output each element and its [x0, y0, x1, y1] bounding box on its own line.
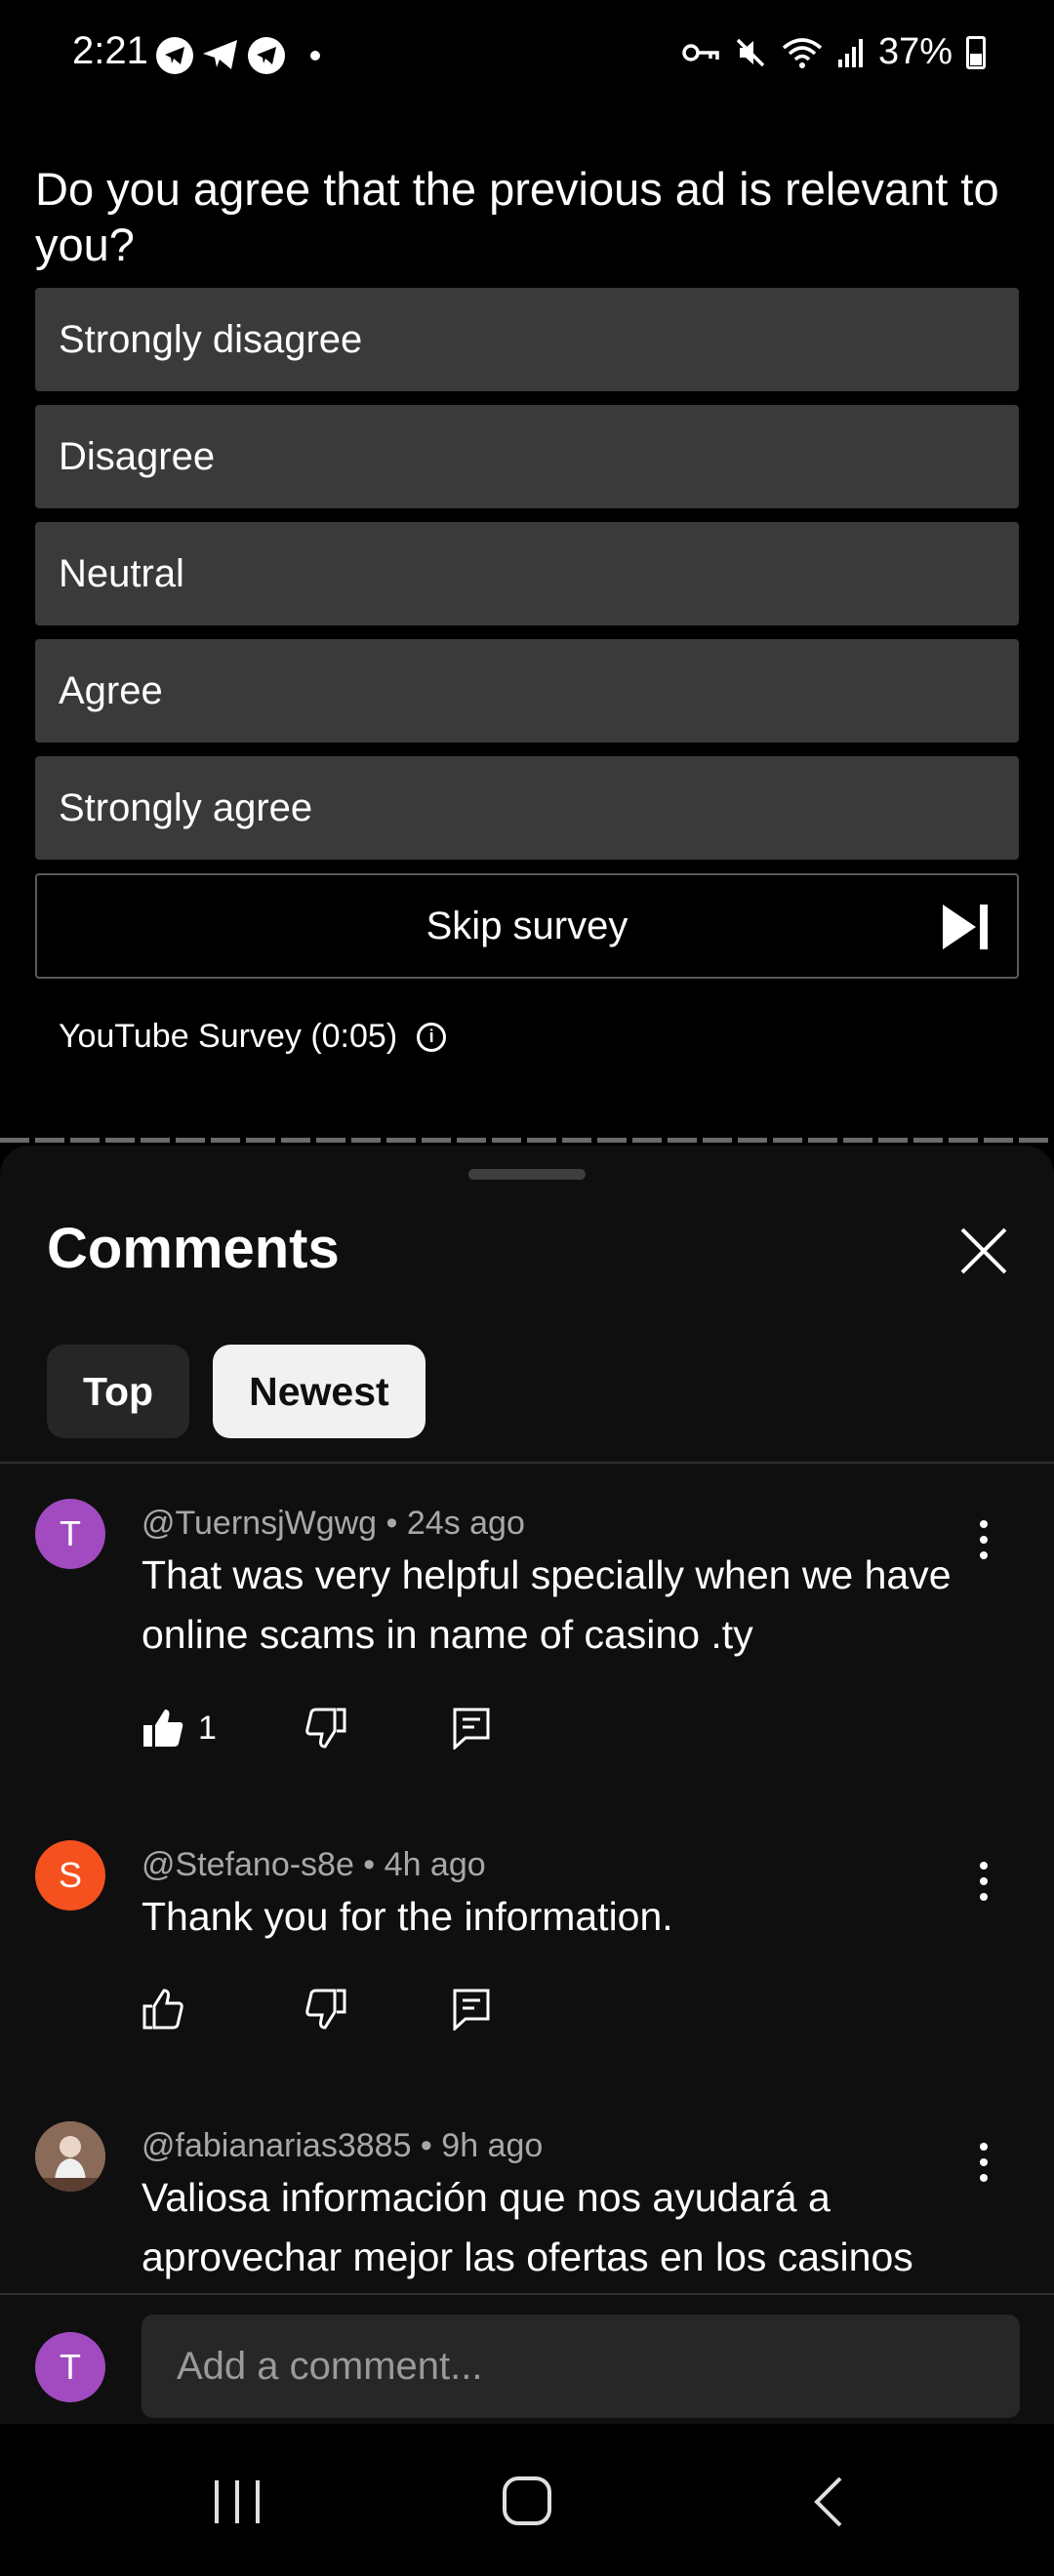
- survey-footer: YouTube Survey (0:05) i: [35, 1018, 1019, 1056]
- tab-newest[interactable]: Newest: [213, 1345, 426, 1438]
- battery-percent: 37%: [877, 31, 953, 72]
- dislike-button[interactable]: [304, 1708, 347, 1749]
- ad-survey: Do you agree that the previous ad is rel…: [35, 161, 1019, 1056]
- signal-icon: [837, 38, 863, 67]
- comment-meta: @TuernsjWgwg • 24s ago: [142, 1505, 525, 1542]
- skip-survey-label: Skip survey: [426, 904, 628, 947]
- add-comment-bar: T: [0, 2293, 1054, 2422]
- survey-option-strongly-disagree[interactable]: Strongly disagree: [35, 288, 1019, 391]
- avatar[interactable]: [35, 2121, 105, 2192]
- skip-next-icon: [943, 905, 988, 949]
- notification-icons: [156, 37, 320, 74]
- survey-question: Do you agree that the previous ad is rel…: [35, 163, 999, 270]
- thumbs-up-filled-icon: [143, 1710, 183, 1747]
- like-button[interactable]: [142, 1989, 184, 2030]
- sort-tabs: Top Newest: [47, 1345, 426, 1438]
- battery-icon: [966, 35, 986, 69]
- mute-icon: [736, 38, 765, 66]
- avatar[interactable]: S: [35, 1840, 105, 1911]
- like-button[interactable]: 1: [142, 1708, 217, 1749]
- comment-actions: [142, 1989, 490, 2031]
- survey-option-agree[interactable]: Agree: [35, 639, 1019, 743]
- user-avatar[interactable]: T: [35, 2332, 105, 2402]
- comment-text: That was very helpful specially when we …: [142, 1552, 952, 1657]
- close-icon[interactable]: [958, 1226, 1009, 1276]
- tab-top[interactable]: Top: [47, 1345, 190, 1438]
- survey-timer-label: YouTube Survey (0:05): [59, 1018, 398, 1055]
- survey-option-strongly-agree[interactable]: Strongly agree: [35, 756, 1019, 860]
- telegram-icon: [248, 37, 285, 74]
- like-count: 1: [198, 1709, 217, 1747]
- wifi-icon: [782, 37, 823, 68]
- comment-text: Thank you for the information.: [142, 1894, 673, 1939]
- thumbs-up-icon: [142, 1989, 183, 2030]
- back-icon[interactable]: [795, 2473, 864, 2531]
- survey-options: Strongly disagree Disagree Neutral Agree…: [35, 288, 1019, 860]
- thumbs-down-icon: [305, 1708, 346, 1749]
- skip-survey-button[interactable]: Skip survey: [35, 873, 1019, 979]
- comment-item: S @Stefano-s8e • 4h ago Thank you for th…: [0, 1840, 1054, 2074]
- comment-meta: @fabianarias3885 • 9h ago: [142, 2127, 544, 2164]
- comments-title: Comments: [47, 1217, 340, 1280]
- telegram-icon: [156, 37, 193, 74]
- telegram-icon: [201, 37, 240, 74]
- comment-item: T @TuernsjWgwg • 24s ago That was very h…: [0, 1499, 1054, 1811]
- ad-progress-bar: [0, 1138, 1054, 1143]
- comment-actions: 1: [142, 1708, 490, 1750]
- survey-option-disagree[interactable]: Disagree: [35, 405, 1019, 508]
- comment-meta: @Stefano-s8e • 4h ago: [142, 1846, 486, 1883]
- avatar-photo: [35, 2121, 105, 2192]
- reply-button[interactable]: [452, 1988, 491, 2031]
- drag-handle[interactable]: [468, 1169, 586, 1180]
- add-comment-input[interactable]: [142, 2314, 1020, 2418]
- thumbs-down-icon: [305, 1989, 346, 2030]
- notification-dot: [310, 51, 320, 60]
- status-bar: 2:21 37%: [0, 0, 1054, 107]
- android-nav-bar: [0, 2424, 1054, 2576]
- comment-text: Valiosa información que nos ayudará a ap…: [142, 2175, 913, 2279]
- status-time: 2:21: [72, 29, 148, 72]
- vpn-key-icon: [682, 43, 719, 61]
- reply-icon: [453, 1989, 490, 2031]
- system-icons: 37%: [681, 31, 986, 73]
- comment-item: @fabianarias3885 • 9h ago Valiosa inform…: [0, 2121, 1054, 2293]
- survey-option-neutral[interactable]: Neutral: [35, 522, 1019, 625]
- reply-icon: [453, 1708, 490, 1750]
- avatar[interactable]: T: [35, 1499, 105, 1569]
- divider: [0, 1462, 1054, 1464]
- dislike-button[interactable]: [304, 1989, 347, 2030]
- reply-button[interactable]: [452, 1707, 491, 1750]
- recent-apps-icon[interactable]: [203, 2473, 271, 2531]
- info-icon[interactable]: i: [417, 1022, 447, 1052]
- home-icon[interactable]: [493, 2473, 561, 2531]
